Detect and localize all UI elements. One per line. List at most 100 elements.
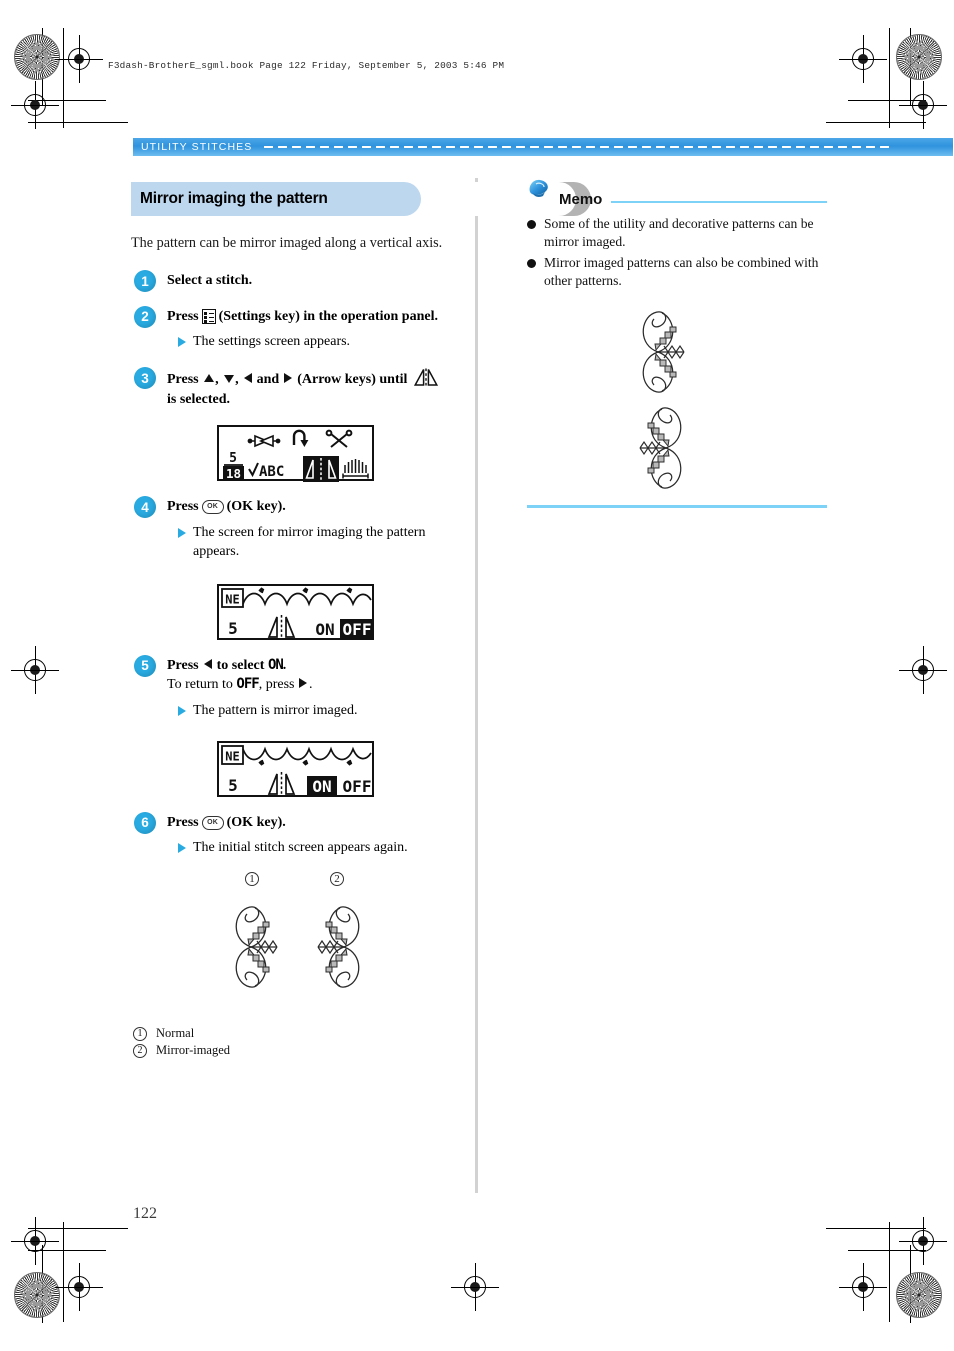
legend-label-1: Normal	[156, 1026, 195, 1041]
left-column: Mirror imaging the pattern The pattern c…	[131, 182, 591, 1060]
memo-list: Some of the utility and decorative patte…	[527, 215, 827, 290]
step-3-title-pre: Press	[167, 372, 199, 388]
svg-text:OFF: OFF	[343, 620, 372, 639]
legend-label-2: Mirror-imaged	[156, 1043, 231, 1058]
settings-key-icon	[201, 309, 216, 325]
step-5-line1-end: .	[282, 657, 287, 673]
step-2-number: 2	[134, 305, 156, 328]
section-banner: UTILITY STITCHES	[133, 138, 953, 156]
callout-1: 1	[245, 872, 259, 887]
pattern-normal-illustration	[235, 906, 278, 989]
step-2-result-text: The settings screen appears.	[193, 334, 351, 350]
arrow-up-icon	[203, 374, 214, 383]
bullet-icon	[527, 220, 536, 229]
step-3-title: Press , , and (Arrow keys) until is sele…	[167, 368, 471, 409]
svg-text:5: 5	[228, 776, 238, 795]
step-6-title: Press OK (OK key).	[167, 813, 471, 833]
svg-text:OFF: OFF	[343, 777, 372, 796]
step-6-title-pre: Press	[167, 814, 199, 830]
bullet-icon	[527, 259, 536, 269]
ok-key-icon: OK	[201, 815, 224, 830]
svg-text:ON: ON	[312, 777, 331, 796]
mirror-icon	[413, 368, 439, 387]
callout-2: 2	[330, 872, 344, 887]
step-5-number: 5	[134, 654, 156, 677]
lcd-mirror-screen-off: NE 5 ON OFF	[217, 583, 374, 640]
combined-mirror-pattern-illustration	[639, 311, 685, 490]
svg-text:ON: ON	[315, 620, 334, 639]
step-5-result-text: The pattern is mirror imaged.	[193, 703, 358, 718]
result-triangle-icon	[178, 337, 186, 348]
document-page: UTILITY STITCHES Mirror imaging the patt…	[0, 0, 954, 1351]
memo-rule	[611, 200, 827, 203]
step-3-number: 3	[134, 367, 156, 390]
step-4-title-pre: Press	[167, 499, 199, 515]
step-5-line2-mid: , press	[258, 677, 295, 693]
memo-item-text: Mirror imaged patterns can also be combi…	[544, 255, 819, 289]
step-5: 5 Press to select ON. To return to OFF, …	[131, 654, 471, 721]
step-3-title-post: is selected.	[167, 391, 230, 407]
section-banner-dashed-rule	[264, 146, 891, 148]
section-banner-label: UTILITY STITCHES	[141, 141, 253, 153]
svg-text:NE: NE	[225, 592, 239, 606]
step-2-title-post: (Settings key) in the operation panel.	[218, 308, 438, 324]
step-6-result: The initial stitch screen appears again.	[167, 839, 471, 858]
intro-paragraph: The pattern can be mirror imaged along a…	[131, 235, 443, 251]
step-6-result-text: The initial stitch screen appears again.	[193, 840, 408, 856]
step-2-title: Press (Settings key) in the operation pa…	[167, 307, 471, 327]
step-5-line1-mid: to select	[216, 657, 265, 673]
step-4: 4 Press OK (OK key). The screen for mirr…	[131, 495, 471, 561]
lcd-settings-screen: 5 18 ABC	[217, 425, 374, 483]
step-4-result-text: The screen for mirror imaging the patter…	[193, 525, 426, 559]
memo-header: Memo	[527, 179, 827, 208]
svg-text:NE: NE	[225, 749, 239, 763]
step-5-value-off: OFF	[236, 676, 259, 693]
step-4-result: The screen for mirror imaging the patter…	[167, 524, 471, 562]
svg-text:ABC: ABC	[259, 464, 284, 480]
svg-text:18: 18	[226, 466, 241, 481]
result-triangle-icon	[178, 843, 186, 854]
pattern-comparison-figure: 1 2	[131, 872, 471, 1022]
memo-item: Some of the utility and decorative patte…	[527, 215, 827, 251]
step-2-result: The settings screen appears.	[167, 333, 471, 352]
legend-callout-2: 2	[133, 1043, 147, 1058]
result-triangle-icon	[178, 706, 186, 716]
step-4-number: 4	[134, 496, 156, 519]
step-1-title: Select a stitch.	[167, 273, 253, 289]
memo-icon	[529, 179, 548, 197]
arrow-left-icon	[203, 658, 212, 669]
svg-text:5: 5	[229, 451, 237, 466]
memo-item: Mirror imaged patterns can also be combi…	[527, 254, 827, 290]
arrow-right-icon	[284, 373, 293, 384]
result-triangle-icon	[178, 528, 186, 539]
step-1: 1 Select a stitch.	[131, 269, 471, 293]
step-6-number: 6	[134, 811, 156, 834]
figure-legend: 1 Normal 2 Mirror-imaged	[131, 1026, 471, 1058]
step-5-line2-end: .	[308, 677, 313, 693]
memo-title: Memo	[559, 191, 603, 208]
memo-item-text: Some of the utility and decorative patte…	[544, 216, 814, 250]
step-5-line1-pre: Press	[167, 657, 199, 673]
lcd-mirror-screen-on: NE 5 ON OFF	[217, 740, 374, 797]
step-1-number: 1	[134, 270, 156, 293]
step-3: 3 Press , , and (Arrow keys) until is se…	[131, 366, 471, 409]
page-title: Mirror imaging the pattern	[131, 182, 421, 216]
step-5-result: The pattern is mirror imaged.	[167, 702, 471, 721]
step-6-title-post: (OK key).	[226, 814, 286, 830]
legend-item-1: 1 Normal	[131, 1026, 471, 1041]
arrow-right-icon	[299, 678, 308, 689]
step-3-title-mid: (Arrow keys) until	[297, 372, 408, 388]
arrow-down-icon	[223, 375, 234, 384]
step-5-line2-pre: To return to	[167, 677, 233, 693]
svg-text:5: 5	[228, 619, 238, 638]
page-number: 122	[133, 1205, 157, 1222]
step-2-title-pre: Press	[167, 308, 199, 324]
section-title-block: Mirror imaging the pattern	[131, 182, 591, 216]
memo-figure	[527, 304, 827, 499]
page-title-text: Mirror imaging the pattern	[140, 190, 328, 207]
right-column: Memo Some of the utility and decorative …	[527, 179, 827, 508]
step-6: 6 Press OK (OK key). The initial stitch …	[131, 811, 471, 858]
legend-callout-1: 1	[133, 1026, 147, 1041]
arrow-left-icon	[243, 373, 252, 384]
memo-bottom-rule	[527, 505, 827, 508]
